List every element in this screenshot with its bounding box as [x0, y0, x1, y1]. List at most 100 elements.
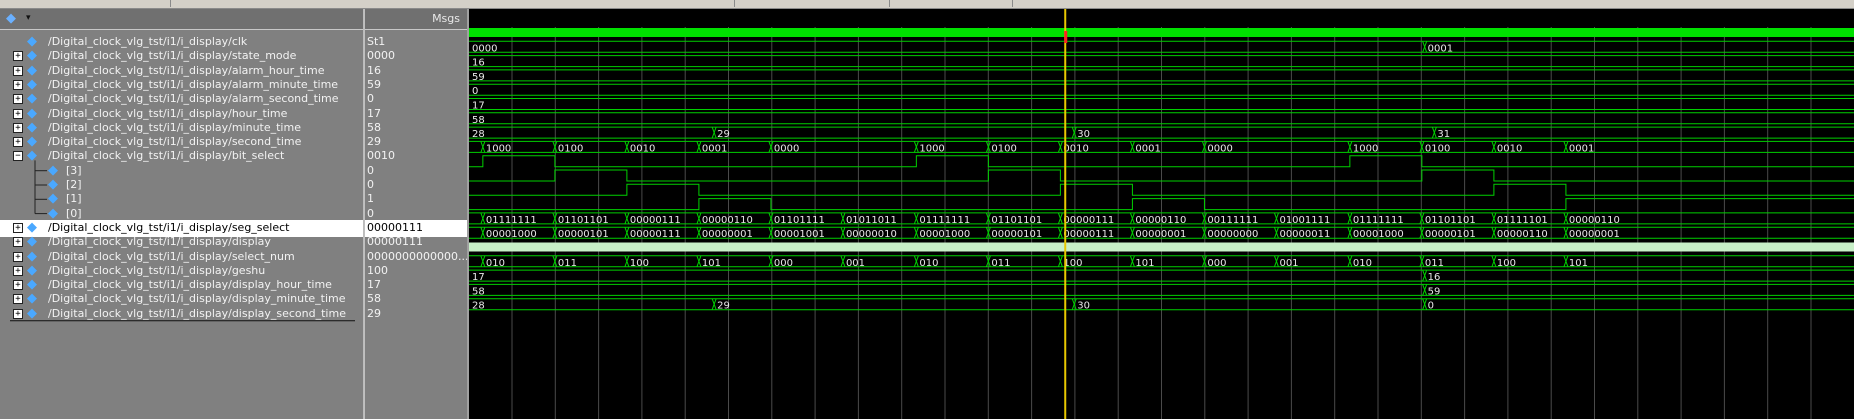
- signal-name-column: ◆ ▾ ◆/Digital_clock_vlg_tst/i1/i_display…: [0, 9, 363, 419]
- signal-icon: ◆: [27, 76, 37, 92]
- bus-value-label: 0: [472, 86, 478, 97]
- signal-value: 0: [367, 206, 374, 220]
- toolbar-segment[interactable]: [889, 0, 1013, 7]
- bus-value-label: 0000: [472, 43, 497, 54]
- signal-name: /Digital_clock_vlg_tst/i1/i_display/disp…: [48, 278, 332, 292]
- bus-value-label: 001: [1279, 258, 1298, 269]
- expand-icon[interactable]: +: [13, 308, 23, 319]
- expand-icon[interactable]: +: [13, 222, 23, 233]
- bus-value-label: 00001000: [1353, 229, 1404, 240]
- bus-value-label: 29: [717, 129, 730, 140]
- msgs-label: Msgs: [432, 12, 460, 25]
- bus-value-label: 00000111: [1063, 229, 1114, 240]
- bus-value-label: 00000010: [846, 229, 897, 240]
- signal-name: /Digital_clock_vlg_tst/i1/i_display/disp…: [48, 235, 271, 249]
- bus-value-label: 00000111: [1063, 215, 1114, 226]
- bus-value-label: 010: [486, 258, 505, 269]
- bus-value-label: 011: [1425, 258, 1444, 269]
- expand-icon[interactable]: +: [13, 251, 23, 262]
- toolbar-segment[interactable]: [170, 0, 735, 7]
- signal-value: 17: [367, 278, 381, 292]
- bus-value-label: 00000111: [630, 215, 681, 226]
- collapse-icon[interactable]: −: [13, 151, 23, 162]
- bus-value-label: 010: [1353, 258, 1372, 269]
- signal-value: 0: [367, 92, 374, 106]
- expand-icon[interactable]: +: [13, 137, 23, 148]
- signal-icon: ◆: [27, 48, 37, 64]
- waveform-pane[interactable]: 0000 0001 16 59 0 17 58 28 29 30 31 1000 0100 0010 000…: [469, 9, 1854, 419]
- signal-name: /Digital_clock_vlg_tst/i1/i_display/minu…: [48, 120, 301, 134]
- signal-value: 0: [367, 178, 374, 191]
- waveform-canvas[interactable]: 0000 000116590175828 29 30 311000 0100 0010 000…: [469, 9, 1854, 419]
- bus-value-label: 101: [702, 258, 721, 269]
- signal-icon: ◆: [27, 219, 37, 235]
- bus-value-label: 30: [1077, 129, 1090, 140]
- signal-name: /Digital_clock_vlg_tst/i1/i_display/stat…: [48, 49, 297, 63]
- bus-value-label: 0010: [1497, 143, 1522, 154]
- expand-icon[interactable]: +: [13, 122, 23, 133]
- signal-name: [1]: [66, 192, 82, 206]
- bus-value-label: 01101101: [1425, 215, 1476, 226]
- bus-value-label: 00001001: [774, 229, 825, 240]
- bus-value-label: 01001111: [1279, 215, 1330, 226]
- bus-value-label: 0100: [1425, 143, 1450, 154]
- bus-value-label: 17: [472, 272, 485, 283]
- bus-value-label: 16: [1428, 272, 1441, 283]
- select-num-waveform: [469, 242, 1854, 252]
- expand-icon[interactable]: +: [13, 65, 23, 76]
- expand-icon[interactable]: +: [13, 94, 23, 105]
- signal-value: 29: [367, 306, 381, 320]
- expand-icon[interactable]: +: [13, 280, 23, 291]
- signal-value: 17: [367, 106, 381, 120]
- signal-icon: ◆: [27, 305, 37, 321]
- bus-value-label: 17: [472, 101, 485, 112]
- cursor-marker: [1064, 31, 1068, 43]
- bus-value-label: 011: [991, 258, 1010, 269]
- bus-value-label: 00001000: [919, 229, 970, 240]
- bus-value-label: 00000001: [702, 229, 753, 240]
- toolbar-segment[interactable]: [734, 0, 890, 7]
- bus-value-label: 010: [919, 258, 938, 269]
- bus-value-label: 00000101: [1425, 229, 1476, 240]
- signal-value: 29: [367, 135, 381, 149]
- signal-icon: ◆: [27, 62, 37, 78]
- signal-icon: ◆: [27, 134, 37, 150]
- bus-value-label: 0100: [991, 143, 1016, 154]
- bus-value-label: 58: [472, 286, 485, 297]
- bus-value-label: 0: [1428, 301, 1434, 312]
- signal-name: [2]: [66, 178, 82, 191]
- signal-value: 100: [367, 263, 388, 277]
- toolbar-segment[interactable]: [0, 0, 171, 7]
- expand-icon[interactable]: +: [13, 51, 23, 62]
- bus-value-label: 0001: [702, 143, 727, 154]
- signal-row[interactable]: + ◆ /Digital_clock_vlg_tst/i1/i_display/di…: [0, 306, 363, 323]
- bus-value-label: 0100: [558, 143, 583, 154]
- bus-value-label: 100: [1063, 258, 1082, 269]
- expand-icon[interactable]: +: [13, 294, 23, 305]
- bus-value-label: 00000110: [1135, 215, 1186, 226]
- signal-name: /Digital_clock_vlg_tst/i1/i_display/seco…: [48, 135, 302, 149]
- signal-value: 0: [367, 163, 374, 177]
- bus-value-label: 0010: [630, 143, 655, 154]
- bus-value-label: 28: [472, 301, 485, 312]
- bus-value-label: 100: [1497, 258, 1516, 269]
- bus-value-label: 001: [846, 258, 865, 269]
- expand-icon[interactable]: +: [13, 265, 23, 276]
- bus-value-label: 29: [717, 301, 730, 312]
- signal-name: /Digital_clock_vlg_tst/i1/i_display/clk: [48, 35, 248, 48]
- signal-name: [0]: [66, 206, 82, 220]
- signal-name: /Digital_clock_vlg_tst/i1/i_display/gesh…: [48, 263, 266, 277]
- expand-icon[interactable]: +: [13, 108, 23, 119]
- signal-icon: ◆: [27, 291, 37, 307]
- bus-value-label: 1000: [919, 143, 944, 154]
- bus-value-label: 01111101: [1497, 215, 1548, 226]
- expand-icon[interactable]: +: [13, 79, 23, 90]
- bus-value-label: 0000: [1207, 143, 1232, 154]
- signal-name: /Digital_clock_vlg_tst/i1/i_display/disp…: [48, 306, 346, 320]
- bus-value-label: 00111111: [1207, 215, 1258, 226]
- expand-icon[interactable]: +: [13, 237, 23, 248]
- bus-value-label: 000: [774, 258, 793, 269]
- bus-value-label: 01111111: [486, 215, 537, 226]
- signal-icon: ◆: [48, 205, 58, 221]
- bus-value-label: 00001000: [486, 229, 537, 240]
